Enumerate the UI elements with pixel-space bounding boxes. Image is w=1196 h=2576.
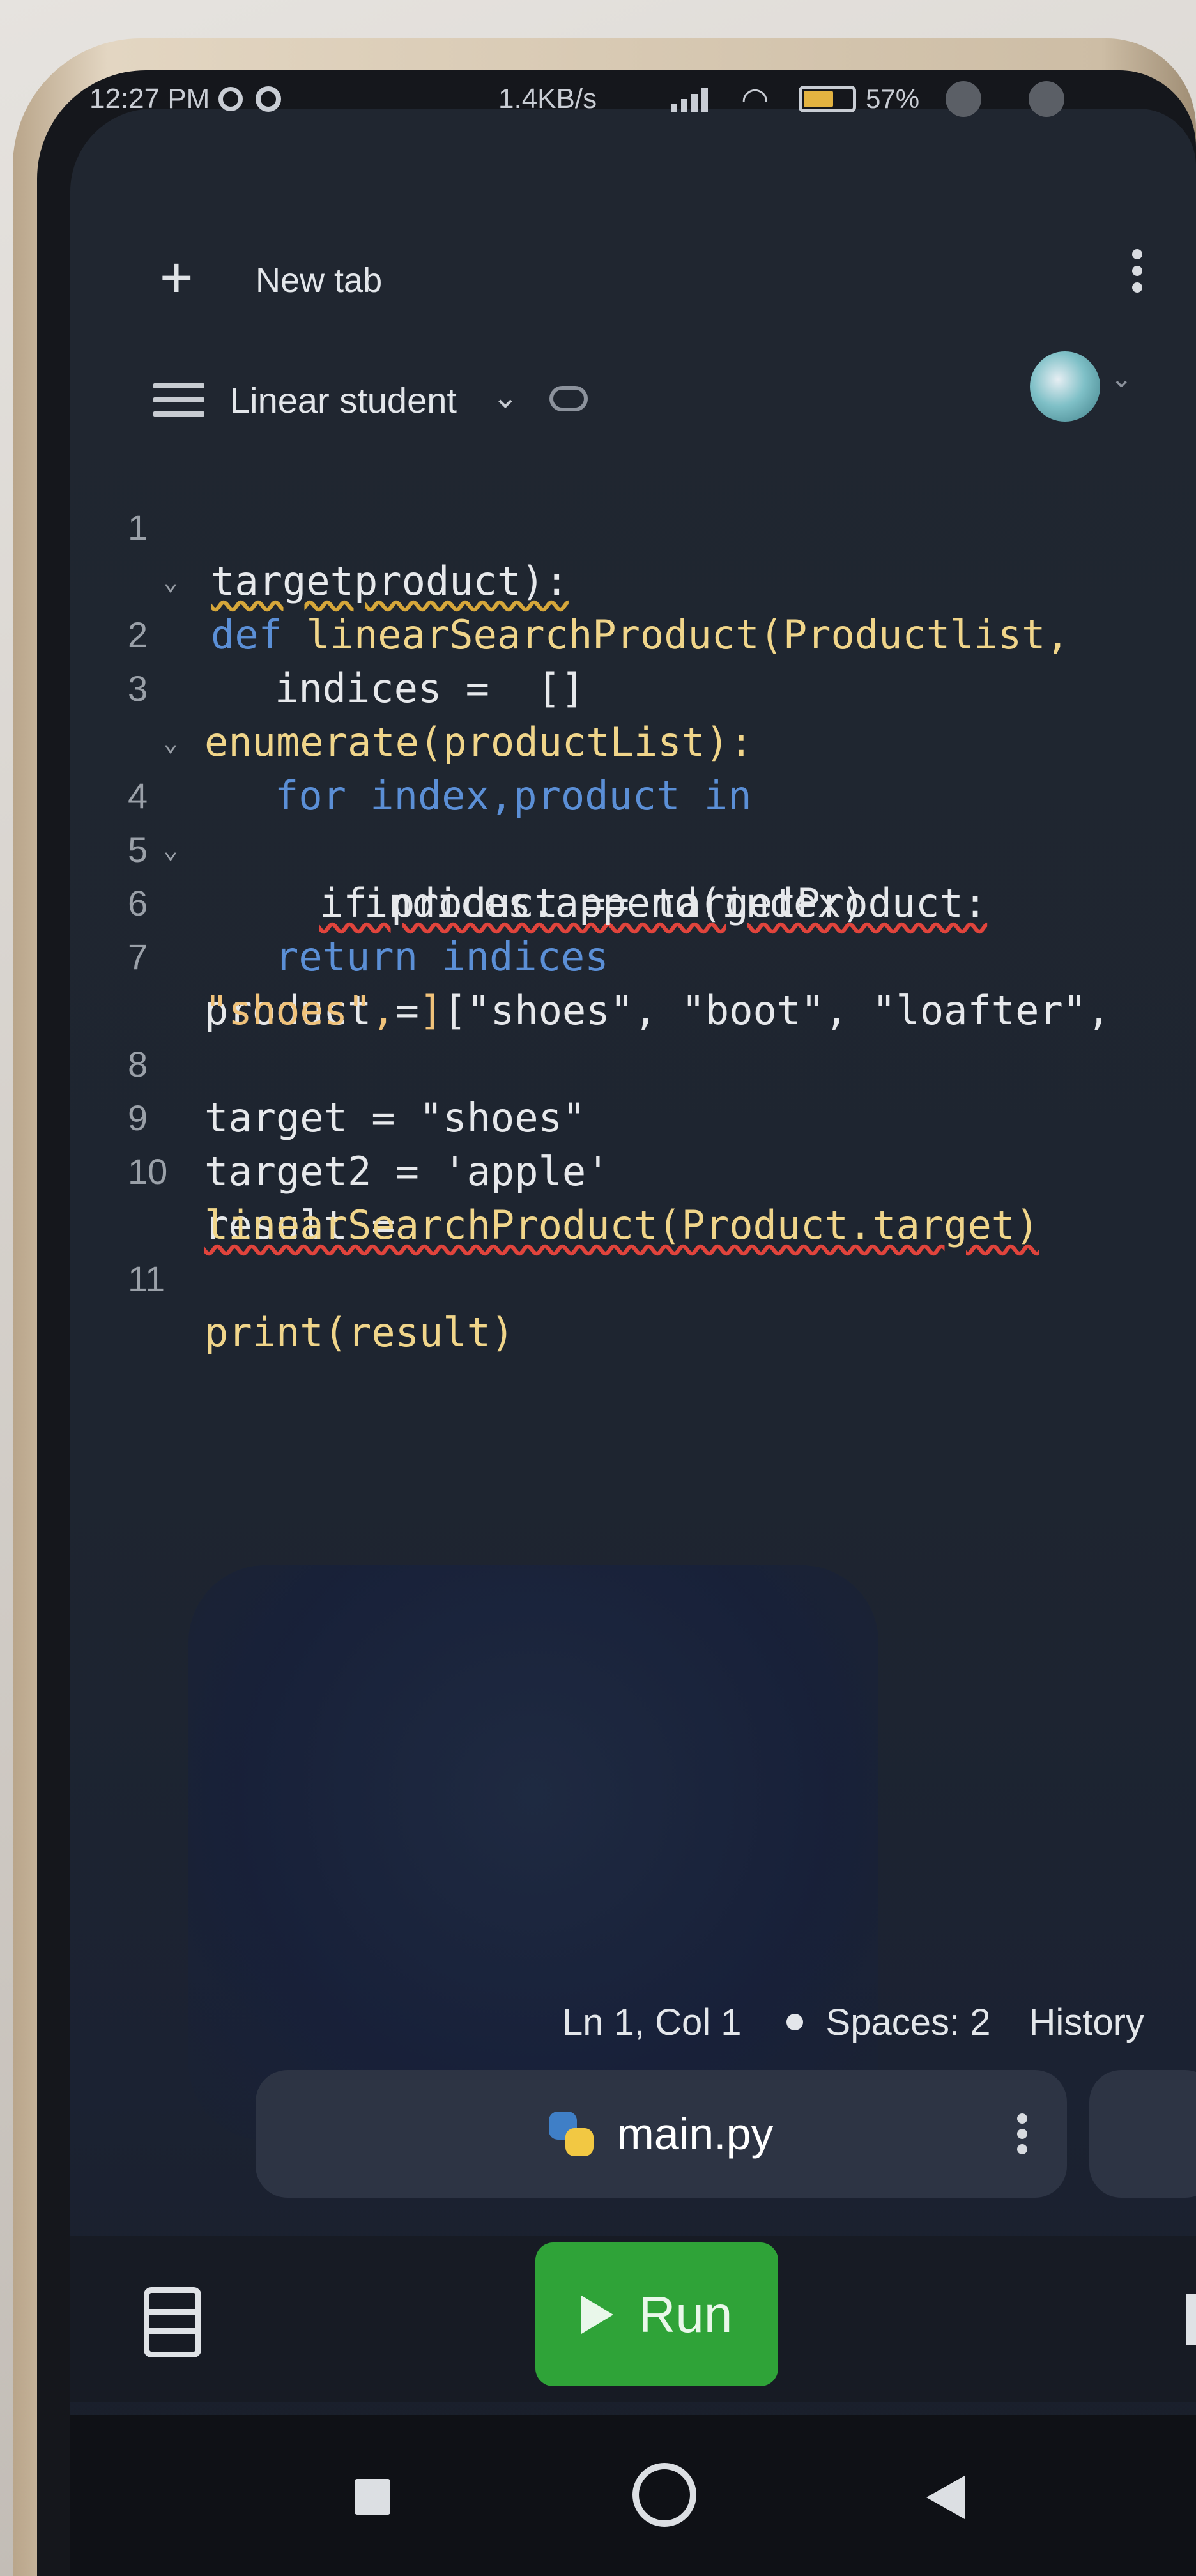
settings-icon: [256, 86, 282, 112]
panel-edge-icon[interactable]: [1186, 2294, 1196, 2345]
signal-icon: [671, 86, 708, 112]
network-speed: 1.4KB/s: [498, 83, 597, 114]
status-bar: 12:27 PM 1.4KB/s ◠ 57%: [89, 77, 1145, 121]
tab-bar: + New tab: [115, 249, 1158, 307]
run-button[interactable]: Run: [535, 2242, 778, 2386]
file-name: main.py: [617, 2109, 774, 2159]
notification-icon: [1029, 81, 1064, 117]
screen-reflection: [188, 1565, 878, 2140]
status-time: 12:27 PM: [89, 83, 210, 114]
avatar[interactable]: [1030, 351, 1100, 422]
wifi-icon: ◠: [741, 81, 769, 117]
alarm-icon: [218, 87, 243, 111]
code-line[interactable]: 4 ⌄ if product == targetProduct:: [128, 716, 1170, 926]
file-tab-next[interactable]: [1089, 2070, 1196, 2198]
history-button[interactable]: History: [1029, 2001, 1144, 2044]
menu-icon[interactable]: [153, 383, 204, 425]
file-tab-main[interactable]: main.py: [256, 2070, 1067, 2198]
new-tab-button[interactable]: New tab: [256, 261, 382, 300]
notification-icon: [946, 81, 981, 117]
run-toolbar: Run: [70, 2236, 1196, 2402]
code-line[interactable]: 2 indices = []: [128, 555, 1170, 712]
code-line[interactable]: 3 ⌄ for index,product in: [128, 608, 1170, 819]
plus-icon[interactable]: +: [160, 249, 194, 307]
project-header: Linear student ⌄ ⌄: [115, 351, 1158, 434]
code-line[interactable]: 1 ⌄ def linearSearchProduct(Productlist,: [128, 447, 1170, 658]
run-label: Run: [638, 2285, 733, 2343]
code-line[interactable]: enumerate(productList):: [128, 662, 1170, 765]
editor-status-row: Ln 1, Col 1 Spaces: 2 History: [562, 1993, 1183, 2051]
file-more-icon[interactable]: [1017, 2108, 1029, 2159]
battery-percent: 57%: [866, 84, 920, 114]
recent-apps-icon[interactable]: [355, 2479, 390, 2515]
code-line[interactable]: 7 product = ["shoes", "boot", "loafter",: [128, 877, 1170, 1034]
chevron-down-icon[interactable]: ⌄: [1110, 364, 1132, 394]
home-icon[interactable]: [632, 2463, 696, 2527]
code-line[interactable]: 5 indices.append(index): [128, 769, 1170, 926]
code-line[interactable]: 10 result =: [128, 1091, 1170, 1248]
system-nav-bar: [70, 2415, 1196, 2576]
code-line[interactable]: 8 target = "shoes": [128, 984, 1170, 1141]
code-line[interactable]: 6 return indices: [128, 823, 1170, 980]
project-name[interactable]: Linear student: [230, 379, 457, 421]
chevron-down-icon[interactable]: ⌄: [492, 378, 519, 415]
code-editor[interactable]: 1 ⌄ def linearSearchProduct(Productlist,…: [128, 447, 1170, 1356]
files-icon[interactable]: [144, 2287, 201, 2358]
battery-icon: [799, 86, 856, 112]
indentation-setting[interactable]: Spaces: 2: [826, 2001, 991, 2044]
status-dot-icon: [786, 2014, 803, 2030]
back-icon[interactable]: [926, 2476, 965, 2519]
code-line[interactable]: linearSearchProduct(Product.target): [128, 1145, 1170, 1248]
play-icon: [581, 2295, 613, 2334]
cursor-position[interactable]: Ln 1, Col 1: [562, 2001, 742, 2044]
python-icon: [549, 2112, 594, 2156]
code-line[interactable]: 11 print(result): [128, 1199, 1170, 1356]
cloud-sync-icon: [549, 386, 588, 411]
code-line[interactable]: "shoes", ]: [128, 930, 1170, 1034]
code-line[interactable]: targetproduct):: [128, 501, 1170, 604]
more-options-icon[interactable]: [1132, 243, 1145, 299]
code-line[interactable]: 9 target2 = 'apple': [128, 1038, 1170, 1195]
code-text: print(result): [204, 1309, 515, 1356]
line-number: 11: [128, 1259, 165, 1299]
